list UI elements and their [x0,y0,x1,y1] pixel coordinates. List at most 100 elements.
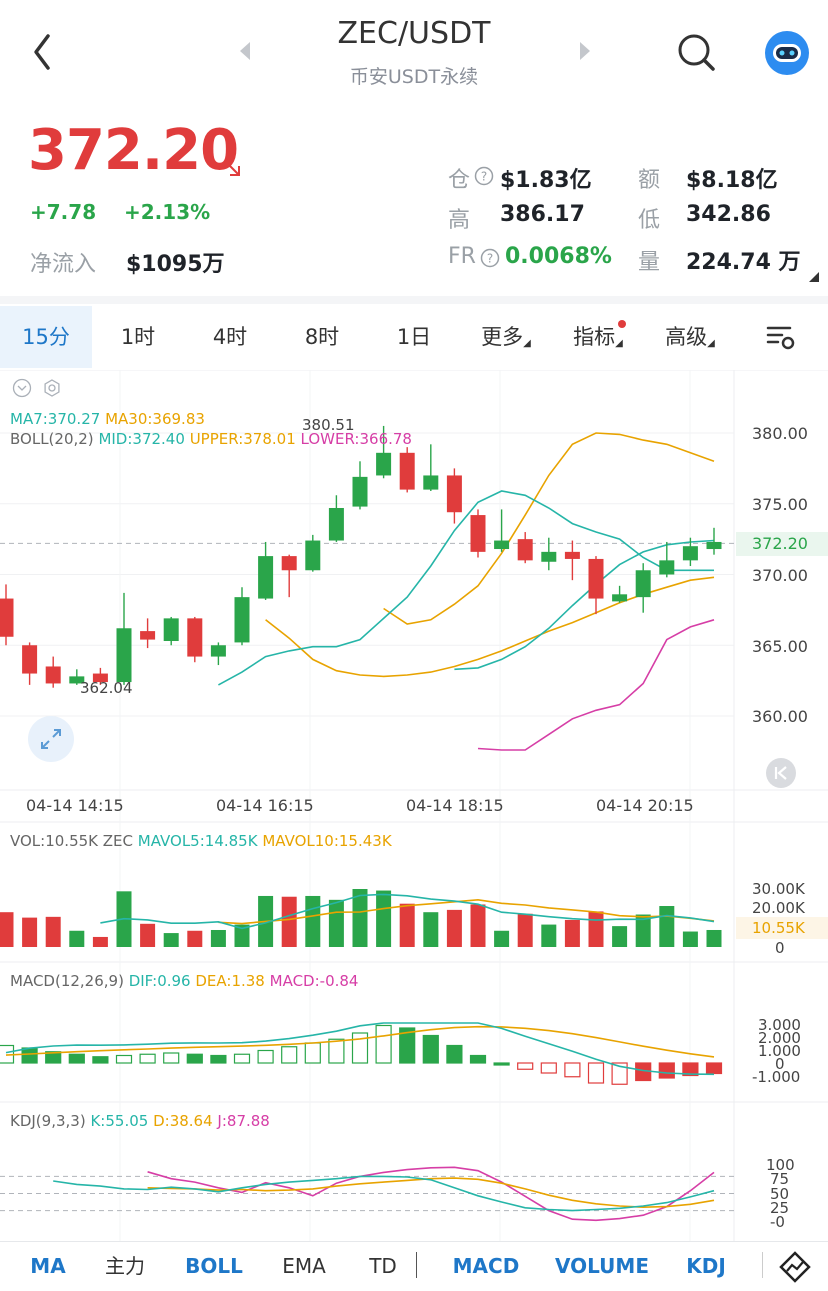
line-chart-icon [779,1251,811,1283]
macd-bar [517,1062,534,1070]
tab-indicators[interactable]: 指标◢ [552,306,644,368]
info-icon[interactable]: ? [480,248,500,272]
macd-bar [233,1053,251,1064]
indicator-main-force[interactable]: 主力 [94,1242,156,1290]
high-label: 高 [448,208,471,233]
search-button[interactable] [674,30,718,74]
open-interest-label: 仓 [448,168,471,193]
tab-8h[interactable]: 8时 [276,306,368,368]
tab-1h[interactable]: 1时 [92,306,184,368]
macd-legend-name: MACD(12,26,9) [10,972,124,990]
indicator-ema[interactable]: EMA [272,1242,336,1290]
chevron-left-icon [34,34,50,70]
indicator-volume[interactable]: VOLUME [552,1242,652,1290]
candle [706,541,722,550]
macd-bar [92,1056,109,1064]
tab-advanced-label: 高级 [665,325,708,349]
expand-corner-icon[interactable] [808,268,820,287]
candle [376,452,392,476]
prev-pair-button[interactable] [236,40,252,62]
svg-text:?: ? [487,252,493,266]
volume-bar [163,933,179,947]
macd-bar [469,1054,487,1064]
vol-legend-value: VOL:10.55K ZEC [10,832,133,850]
drawing-tools-button[interactable] [778,1250,812,1284]
macd-bar [21,1047,38,1064]
netflow-value: $1095万 [126,252,225,277]
macd-bar [281,1046,298,1064]
volume-bar [682,931,698,947]
volume-bar [564,919,580,947]
indicator-boll[interactable]: BOLL [178,1242,250,1290]
volume-bar [92,936,108,947]
notification-dot [618,320,626,328]
tab-more[interactable]: 更多◢ [460,306,552,368]
open-interest-value: $1.83亿 [500,168,592,193]
volume-label: 量 [638,250,661,275]
chart-collapse-icon[interactable] [12,378,32,402]
candle [328,507,344,541]
dea-legend: DEA:1.38 [195,972,265,990]
scroll-to-latest-button[interactable] [766,758,796,788]
x-tick-label: 04-14 14:15 [26,796,124,815]
indicator-kdj[interactable]: KDJ [676,1242,736,1290]
amount-label: 额 [638,168,661,193]
svg-text:?: ? [481,170,487,184]
volume-bar [423,912,439,947]
tab-15m[interactable]: 15分 [0,306,92,368]
next-pair-button[interactable] [578,40,594,62]
page-subtitle: 币安USDT永续 [349,66,479,88]
x-tick-label: 04-14 16:15 [216,796,314,815]
candle [659,560,675,575]
macd-bar [257,1049,274,1064]
candle [470,515,486,552]
candle [258,556,274,599]
low-price-marker: 362.04 [80,679,133,697]
down-arrow-icon [222,158,244,184]
candle [305,540,321,571]
candle [22,645,38,674]
assistant-avatar-button[interactable] [764,30,810,76]
macd-bar [446,1044,463,1064]
d-legend: D:38.64 [153,1112,213,1130]
dropdown-icon: ◢ [523,338,531,349]
indicator-macd[interactable]: MACD [446,1242,526,1290]
volume-bar [69,930,85,947]
y-tick-label: 360.00 [752,707,808,726]
tab-4h[interactable]: 4时 [184,306,276,368]
tab-advanced[interactable]: 高级◢ [644,306,736,368]
triangle-right-icon [580,42,590,60]
indicator-td[interactable]: TD [356,1242,410,1290]
gear-icon[interactable] [42,378,62,402]
back-button[interactable] [26,30,60,74]
indicator-ma[interactable]: MA [18,1242,78,1290]
boll-upper-legend: UPPER:378.01 [189,430,296,448]
candle [234,597,250,643]
macd-bar [375,1024,392,1064]
candle [281,556,297,571]
chart-settings-button[interactable] [764,320,798,354]
kdj-j-line [147,1166,715,1222]
volume-bar [470,904,486,947]
funding-rate-label: FR [448,244,476,269]
ma-legend: MA7:370.27 MA30:369.83 [10,410,205,428]
info-icon[interactable]: ? [474,166,494,190]
tab-1d[interactable]: 1日 [368,306,460,368]
macd-bar [564,1062,581,1078]
amount-value: $8.18亿 [686,168,778,193]
bottom-bar-separator [762,1252,763,1278]
boll-mid-line [454,539,715,671]
high-value: 386.17 [500,202,585,227]
macd-bar [493,1062,510,1066]
kdj-d-line [147,1177,715,1209]
macd-bar [68,1053,85,1064]
volume-bar [0,912,14,947]
volume-bar [45,916,61,947]
macd-bar [115,1054,133,1064]
macd-bar [587,1062,605,1084]
netflow-label: 净流入 [30,252,97,277]
volume-bar [187,930,203,947]
candle [588,558,604,599]
expand-chart-button[interactable] [28,716,74,762]
macd-bar [139,1053,156,1064]
